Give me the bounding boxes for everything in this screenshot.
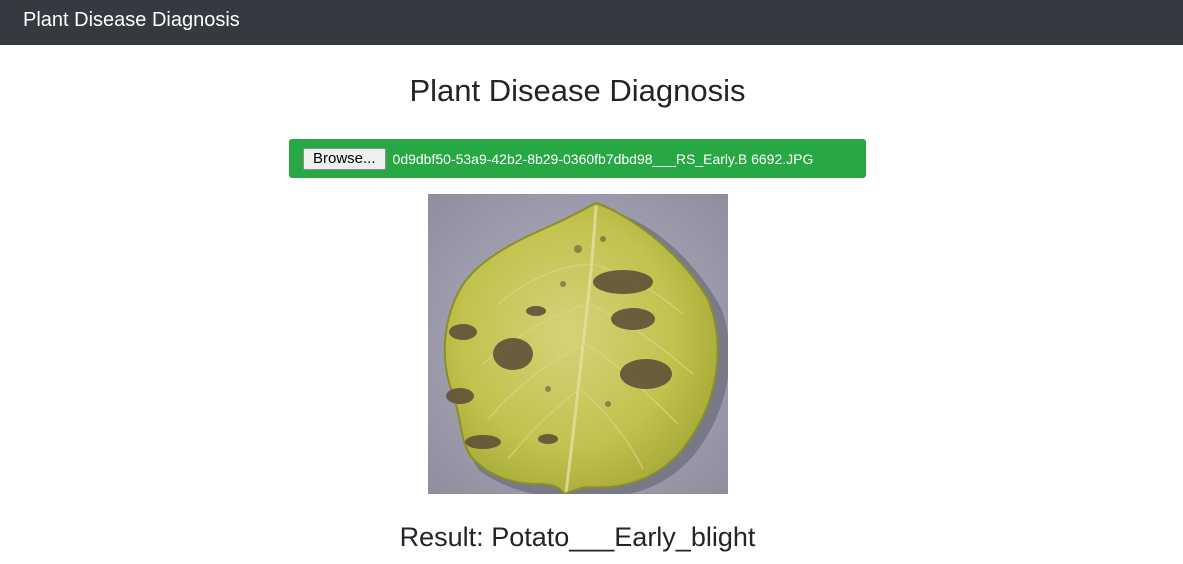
result-value: Potato___Early_blight [491, 522, 756, 552]
result-text: Result: Potato___Early_blight [0, 519, 1155, 555]
page-title: Plant Disease Diagnosis [409, 73, 746, 108]
selected-file-name: 0d9dbf50-53a9-42b2-8b29-0360fb7dbd98___R… [392, 150, 814, 167]
navbar-brand[interactable]: Plant Disease Diagnosis [23, 10, 240, 30]
navbar: Plant Disease Diagnosis [0, 0, 1183, 45]
leaf-image [428, 194, 728, 494]
file-upload-bar[interactable]: Browse... 0d9dbf50-53a9-42b2-8b29-0360fb… [289, 139, 866, 178]
browse-button[interactable]: Browse... [303, 147, 386, 170]
result-label: Result: [399, 522, 484, 552]
